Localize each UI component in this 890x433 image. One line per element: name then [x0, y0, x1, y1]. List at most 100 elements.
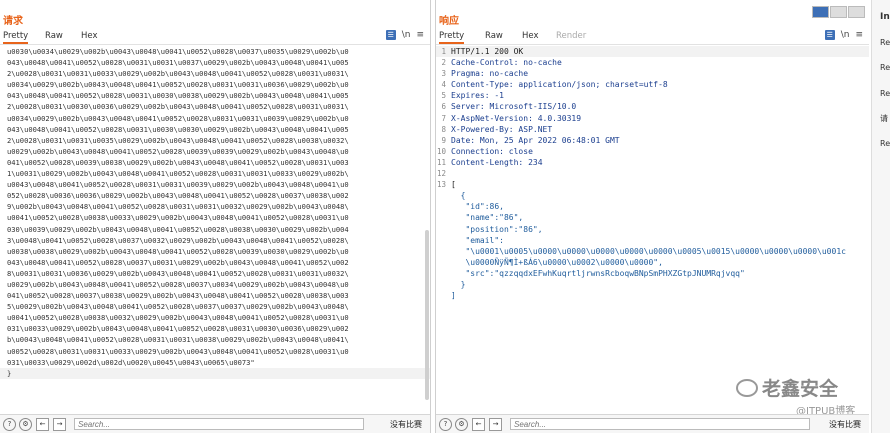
request-code-line: 043\u0048\u0041\u0052\u0028\u0037\u0031\… — [7, 257, 349, 267]
line-number — [436, 235, 451, 246]
line-number — [436, 190, 451, 201]
line-content: Connection: close — [451, 146, 533, 156]
request-code-line: } — [0, 367, 430, 379]
response-match-count: 没有比赛 — [829, 419, 861, 429]
response-tab-hex[interactable]: Hex — [522, 31, 539, 41]
line-content: "id":86, — [451, 202, 504, 212]
help-icon[interactable]: ? — [3, 417, 16, 431]
request-code-line: 043\u0048\u0041\u0052\u0028\u0031\u0030\… — [7, 124, 349, 134]
line-number: 6 — [441, 102, 446, 112]
inspector-item[interactable]: Re — [880, 139, 890, 148]
response-tabs: Pretty Raw Hex Render — [436, 29, 869, 44]
response-search-input[interactable] — [510, 418, 810, 430]
response-tab-raw[interactable]: Raw — [485, 31, 503, 41]
request-code-line: 2\u0028\u0031\u0031\u0033\u0029\u002b\u0… — [7, 69, 349, 79]
inspector-item[interactable]: Re — [880, 63, 890, 72]
request-divider — [0, 44, 430, 45]
response-code-line: 3 Pragma: no-cache — [436, 68, 869, 79]
response-divider — [436, 44, 869, 45]
response-editor[interactable]: 1 HTTP/1.1 200 OK 2 Cache-Control: no-cache… — [436, 46, 869, 415]
split-horizontal-icon[interactable] — [812, 6, 829, 18]
response-tab-pretty[interactable]: Pretty — [439, 31, 465, 44]
single-view-icon[interactable] — [848, 6, 865, 18]
line-content: X-AspNet-Version: 4.0.30319 — [451, 113, 582, 123]
next-match-button[interactable]: → — [53, 417, 66, 431]
request-tab-pretty[interactable]: Pretty — [3, 31, 29, 44]
request-code-line: 030\u0039\u0029\u002b\u0043\u0048\u0041\… — [7, 224, 349, 234]
line-number: 1 — [441, 47, 446, 56]
prev-match-button[interactable]: ← — [472, 417, 485, 431]
inspector-panel: In Re Re Re 请 Re — [871, 0, 890, 433]
split-vertical-icon[interactable] — [830, 6, 847, 18]
response-code-line: 1 HTTP/1.1 200 OK — [436, 46, 869, 58]
line-content: Expires: -1 — [451, 91, 504, 101]
request-code-line: u0052\u0028\u0031\u0031\u0033\u0029\u002… — [7, 346, 349, 356]
request-search-bar: ? ⚙ ← → 没有比赛 — [0, 414, 430, 433]
request-scrollbar[interactable] — [425, 230, 429, 400]
request-code-line: u0029\u002b\u0043\u0048\u0041\u0052\u002… — [7, 279, 349, 289]
response-code-line: 12 — [436, 168, 869, 179]
line-number: 8 — [441, 124, 446, 134]
response-code-line: "src":"qzzqqdxEFwhKuqrtljrwnsRcboqwBNpSm… — [436, 268, 869, 279]
line-number: 13 — [436, 180, 446, 190]
request-tab-raw[interactable]: Raw — [45, 31, 63, 41]
line-number — [436, 201, 451, 212]
line-number: 12 — [436, 169, 446, 179]
line-content: Content-Type: application/json; charset=… — [451, 80, 668, 90]
response-code-line: "name":"86", — [436, 212, 869, 223]
response-search-bar: ? ⚙ ← → 没有比赛 — [436, 414, 869, 433]
settings-icon[interactable]: ⚙ — [455, 417, 468, 431]
pretty-print-icon[interactable]: ☰ — [385, 30, 396, 40]
response-tab-render[interactable]: Render — [556, 31, 586, 41]
response-code-line: 7 X-AspNet-Version: 4.0.30319 — [436, 113, 869, 124]
line-number: 10 — [436, 146, 446, 156]
next-match-button[interactable]: → — [489, 417, 502, 431]
request-code-line: 2\u0028\u0031\u0030\u0036\u0029\u002b\u0… — [7, 102, 349, 112]
inspector-item[interactable]: Re — [880, 89, 890, 98]
line-number: 4 — [441, 80, 446, 90]
request-tab-hex[interactable]: Hex — [81, 31, 98, 41]
request-code-line: 043\u0048\u0041\u0052\u0028\u0031\u0031\… — [7, 58, 349, 68]
inspector-item[interactable]: Re — [880, 38, 890, 47]
line-content: HTTP/1.1 200 OK — [451, 47, 524, 56]
request-editor[interactable]: u0030\u0034\u0029\u002b\u0043\u0048\u004… — [0, 46, 430, 415]
response-code-line: "email": — [436, 235, 869, 246]
request-code-line: 031\u0033\u0029\u002d\u002d\u0020\u0045\… — [7, 357, 255, 367]
request-code-line: 9\u002b\u0043\u0048\u0041\u0052\u0028\u0… — [7, 202, 349, 212]
line-number — [436, 268, 451, 279]
line-content: ] — [451, 291, 456, 301]
line-number — [436, 224, 451, 235]
request-code-line: 3\u0048\u0041\u0052\u0028\u0037\u0032\u0… — [7, 235, 349, 245]
inspector-title: In — [880, 12, 890, 22]
line-number — [436, 246, 451, 257]
line-content: [ — [451, 180, 456, 190]
response-code-line: "position":"86", — [436, 224, 869, 235]
response-title: 响应 — [439, 16, 459, 27]
pretty-print-icon[interactable]: ☰ — [824, 30, 835, 40]
request-match-count: 没有比赛 — [390, 419, 422, 429]
prev-match-button[interactable]: ← — [36, 417, 49, 431]
response-pane: 响应 Pretty Raw Hex Render ☰ \n ≡ 1 HTTP/1.… — [435, 0, 869, 433]
newline-icon[interactable]: \n — [841, 30, 850, 40]
response-code-line: \u0000ÑÿÑ¶Ì+ßÁ6\u0000\u0002\u0000\u0000"… — [436, 257, 869, 268]
request-code-line: 041\u0052\u0028\u0039\u0038\u0029\u002b\… — [7, 157, 349, 167]
line-content: { — [451, 191, 466, 201]
line-content: Date: Mon, 25 Apr 2022 06:48:01 GMT — [451, 135, 620, 145]
line-content: "position":"86", — [451, 224, 543, 234]
request-code-line: 052\u0028\u0036\u0036\u0029\u002b\u0043\… — [7, 191, 349, 201]
request-toolbar: ☰ \n ≡ — [385, 30, 424, 40]
menu-icon[interactable]: ≡ — [855, 30, 863, 40]
request-code-line: u0038\u0038\u0029\u002b\u0043\u0048\u004… — [7, 246, 349, 256]
request-code-line: u0034\u0029\u002b\u0043\u0048\u0041\u005… — [7, 80, 349, 90]
settings-icon[interactable]: ⚙ — [19, 417, 32, 431]
request-search-input[interactable] — [74, 418, 364, 430]
request-tabs: Pretty Raw Hex — [0, 29, 430, 44]
line-content: "name":"86", — [451, 213, 524, 223]
newline-icon[interactable]: \n — [402, 30, 411, 40]
request-code-line: u0029\u002b\u0043\u0048\u0041\u0052\u002… — [7, 146, 349, 156]
help-icon[interactable]: ? — [439, 417, 452, 431]
line-number — [436, 290, 451, 301]
inspector-item[interactable]: 请 — [880, 113, 888, 124]
response-toolbar: ☰ \n ≡ — [824, 30, 863, 40]
menu-icon[interactable]: ≡ — [416, 30, 424, 40]
